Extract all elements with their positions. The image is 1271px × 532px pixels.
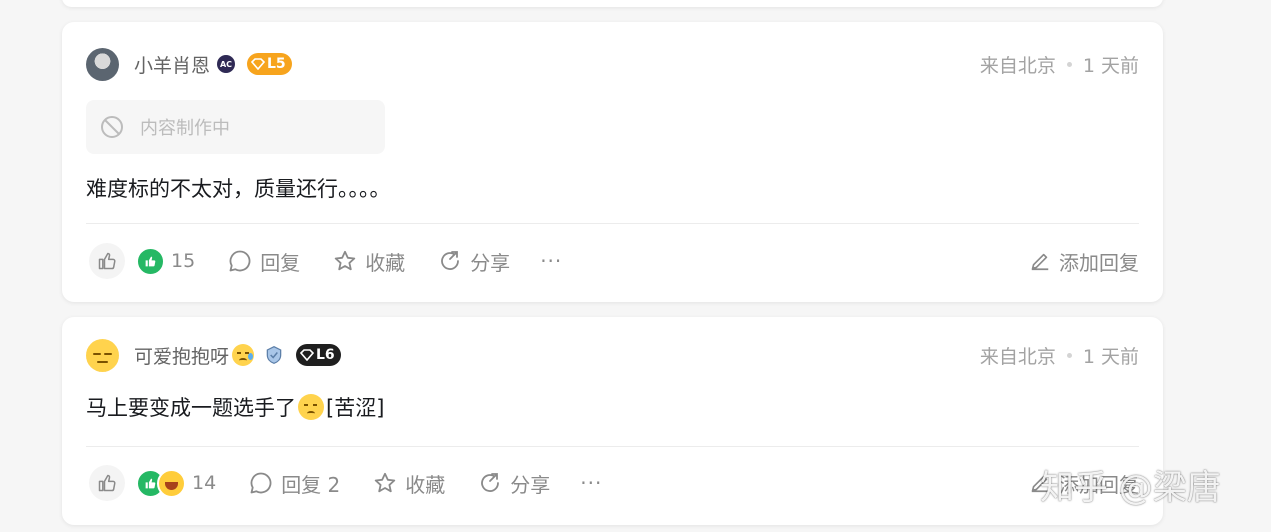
comment-meta: 来自北京 1 天前	[980, 51, 1139, 78]
separator-dot	[1066, 61, 1072, 67]
more-button[interactable]: ···	[540, 249, 562, 273]
ac-badge-icon: AC	[217, 55, 236, 73]
comment-text: 难度标的不太对，质量还行。。。。	[86, 177, 391, 201]
comment-card: 小羊肖恩 AC L5 来自北京 1 天前 内容制作中 难度标的不太对，质量还行。…	[62, 22, 1163, 302]
pensive-emoji-icon	[298, 394, 324, 420]
share-icon	[441, 251, 460, 270]
avatar-eye	[93, 352, 101, 355]
comment-icon	[250, 472, 272, 494]
reply-label: 回复 2	[281, 472, 341, 497]
avatar[interactable]	[86, 338, 119, 372]
comment-actions: 14 回复 2 收藏 分享 ··· 添加回复	[86, 463, 1139, 503]
reaction-summary[interactable]: 14	[136, 468, 217, 498]
reply-button[interactable]: 回复 2	[249, 469, 340, 498]
timestamp: 1 天前	[1082, 54, 1139, 77]
comment-text-prefix: 马上要变成一题选手了	[86, 396, 296, 420]
location: 来自北京	[979, 54, 1056, 77]
status-text: 内容制作中	[140, 118, 230, 139]
collect-button[interactable]: 收藏	[373, 469, 445, 498]
content-status-box: 内容制作中	[86, 100, 385, 154]
add-reply-label: 添加回复	[1059, 250, 1139, 275]
share-icon	[481, 473, 500, 492]
share-button[interactable]: 分享	[438, 247, 510, 276]
collect-label: 收藏	[365, 250, 406, 275]
reaction-summary[interactable]: 15	[136, 246, 196, 276]
avatar-eye	[104, 352, 112, 355]
reply-label: 回复	[260, 250, 301, 275]
previous-comment-card	[62, 0, 1163, 7]
sad-tear-emoji-icon	[232, 344, 255, 366]
like-icon	[98, 474, 116, 492]
separator-dot	[1066, 352, 1072, 358]
share-label: 分享	[470, 250, 511, 275]
location: 来自北京	[979, 345, 1056, 368]
shield-icon	[264, 345, 284, 365]
reply-button[interactable]: 回复	[228, 247, 300, 276]
timestamp: 1 天前	[1082, 345, 1139, 368]
diamond-icon	[251, 58, 266, 70]
like-button[interactable]	[89, 243, 125, 279]
username[interactable]: 可爱抱抱呀	[134, 342, 229, 369]
collect-button[interactable]: 收藏	[333, 247, 405, 276]
comment-text: 马上要变成一题选手了 [苦涩]	[86, 392, 384, 422]
watermark: 知乎 @梁唐	[1040, 468, 1221, 508]
comment-meta: 来自北京 1 天前	[980, 342, 1139, 369]
collect-label: 收藏	[405, 472, 446, 497]
pen-icon	[1031, 253, 1049, 271]
diamond-icon	[300, 349, 315, 361]
comment-actions: 15 回复 收藏 分享 ··· 添加回复	[86, 241, 1139, 281]
comment-card: 可爱抱抱呀 L6 来自北京 1 天前 马上要变成一题选手了 [苦涩] 14 回复…	[62, 317, 1163, 525]
level-badge: L5	[247, 53, 292, 75]
comment-icon	[229, 250, 251, 272]
comment-text-suffix: [苦涩]	[326, 396, 385, 420]
share-label: 分享	[510, 472, 551, 497]
level-label: L6	[316, 347, 335, 363]
level-badge: L6	[296, 344, 341, 366]
like-button[interactable]	[89, 465, 125, 501]
comment-header: 可爱抱抱呀 L6 来自北京 1 天前	[86, 337, 1139, 373]
divider	[86, 446, 1139, 447]
like-icon	[98, 252, 116, 270]
divider	[86, 223, 1139, 224]
star-icon	[375, 472, 396, 493]
thumbs-up-reaction-icon	[136, 246, 165, 276]
avatar-mouth	[97, 360, 108, 363]
level-label: L5	[267, 56, 286, 72]
username[interactable]: 小羊肖恩	[134, 51, 210, 78]
like-count: 15	[171, 250, 196, 272]
star-icon	[334, 250, 356, 271]
share-button[interactable]: 分享	[478, 469, 550, 498]
more-button[interactable]: ···	[580, 471, 602, 495]
like-count: 14	[192, 472, 217, 494]
add-reply-button[interactable]: 添加回复	[1029, 247, 1139, 276]
ban-icon	[101, 116, 123, 138]
laugh-reaction-icon	[157, 468, 186, 498]
avatar[interactable]	[86, 47, 119, 81]
comment-header: 小羊肖恩 AC L5 来自北京 1 天前	[86, 46, 1139, 82]
